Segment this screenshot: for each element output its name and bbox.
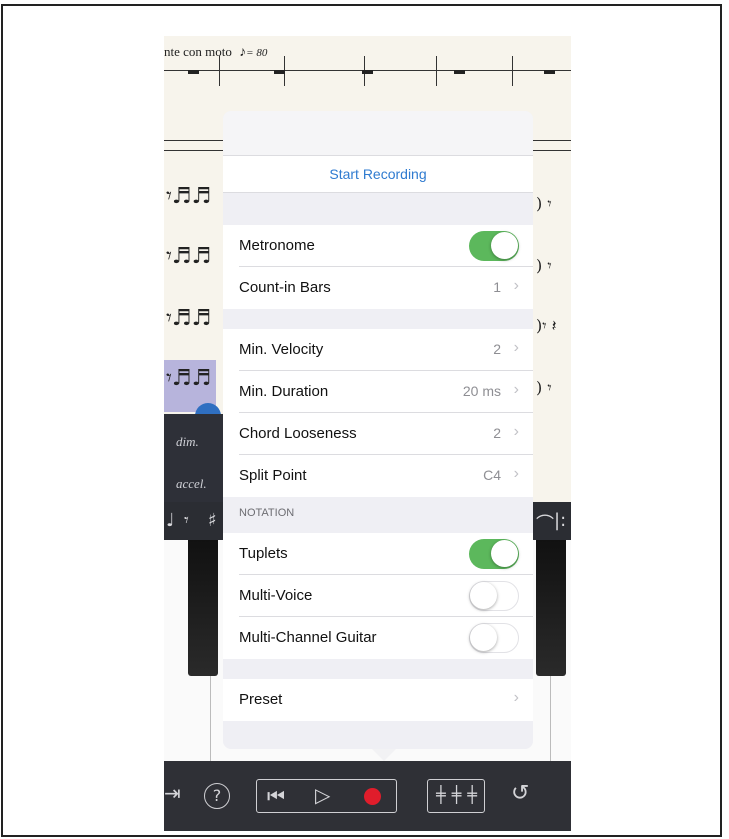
preset-row[interactable]: Preset › [239,679,533,721]
notation-section-header: NOTATION [239,507,295,519]
chevron-right-icon: › [513,465,519,482]
count-in-bars-label: Count-in Bars [239,279,331,296]
min-velocity-label: Min. Velocity [239,341,324,358]
toggle-knob [470,582,497,609]
sixteenth-notes: 𝄾♬♬ [166,366,212,391]
bar-line [219,56,220,86]
dynamics-palette[interactable]: dim. accel. [164,414,224,502]
multi-channel-guitar-toggle[interactable] [469,623,519,653]
min-velocity-row[interactable]: Min. Velocity 2 › [239,329,533,371]
popover-header [223,111,533,155]
recording-settings-popover: Start Recording Metronome Count-in Bars … [223,111,533,749]
tempo-marking: nte con moto ♪= 80 [164,44,267,61]
eighth-rest: )𝄾 𝄽 [536,316,557,335]
chevron-right-icon: › [513,423,519,440]
bar-line [436,56,437,86]
eighth-rest: ) 𝄾 [536,194,552,213]
preset-label: Preset [239,691,283,708]
tuplets-toggle[interactable] [469,539,519,569]
play-icon[interactable]: ▷ [315,783,330,807]
sharp-icon[interactable]: ♯ [208,510,217,531]
tempo-text: nte con moto [164,44,232,59]
metronome-group: Metronome Count-in Bars 1 › [223,225,533,309]
min-duration-row[interactable]: Min. Duration 20 ms › [239,371,533,413]
quarter-note-icon[interactable]: ♩ [166,510,175,531]
multi-channel-guitar-row[interactable]: Multi-Channel Guitar [239,617,533,659]
chevron-right-icon: › [513,381,519,398]
toggle-knob [491,540,518,567]
chevron-right-icon: › [513,277,519,294]
sixteenth-notes: 𝄾♬♬ [166,184,212,209]
bar-line [512,56,513,86]
metronome-row[interactable]: Metronome [239,225,533,267]
min-duration-value: 20 ms [462,383,501,399]
group-separator [223,193,533,225]
chevron-right-icon: › [513,689,519,706]
multi-voice-toggle[interactable] [469,581,519,611]
toggle-knob [491,232,518,259]
chord-looseness-value: 2 [493,425,501,441]
whole-rest [274,70,285,74]
sixteenth-notes: 𝄾♬♬ [166,244,212,269]
dim-marking[interactable]: dim. [176,434,199,450]
mixer-sliders-glyph: ╪╪╪ [436,785,483,804]
group-separator [223,309,533,329]
preset-group: Preset › [223,679,533,721]
repeat-icon[interactable]: |: [554,510,566,531]
multi-voice-label: Multi-Voice [239,587,313,604]
split-point-row[interactable]: Split Point C4 › [239,455,533,497]
split-point-label: Split Point [239,467,307,484]
count-in-bars-row[interactable]: Count-in Bars 1 › [239,267,533,309]
whole-rest [188,70,199,74]
exit-icon[interactable]: ⇥ [164,781,181,805]
tempo-value: = 80 [246,47,268,59]
multi-channel-guitar-label: Multi-Channel Guitar [239,629,377,646]
screenshot-frame: nte con moto ♪= 80 𝄾♬♬ 𝄾♬♬ 𝄾♬♬ 𝄾♬♬ ) 𝄾 )… [1,4,722,837]
question-circle-icon[interactable]: ? [204,783,230,809]
group-separator [223,659,533,679]
sixteenth-notes: 𝄾♬♬ [166,306,212,331]
tuplets-label: Tuplets [239,545,288,562]
mixer-sliders-icon[interactable]: ╪╪╪ [427,779,485,813]
eighth-rest: ) 𝄾 [536,256,552,275]
black-key[interactable] [536,540,566,676]
chord-looseness-row[interactable]: Chord Looseness 2 › [239,413,533,455]
multi-voice-row[interactable]: Multi-Voice [239,575,533,617]
rewind-to-start-icon[interactable]: ⏮ [267,784,285,808]
notation-group: Tuplets Multi-Voice Multi-Channel Guitar [223,533,533,659]
eighth-rest-icon[interactable]: 𝄾 [184,510,189,531]
accel-marking[interactable]: accel. [176,476,207,492]
start-recording-button[interactable]: Start Recording [223,155,533,193]
tie-icon[interactable]: ⌒ [536,510,554,536]
whole-rest [362,70,373,74]
metronome-toggle[interactable] [469,231,519,261]
min-duration-label: Min. Duration [239,383,329,400]
undo-icon[interactable]: ↺ [511,781,529,806]
record-icon[interactable] [364,788,381,805]
eighth-rest: ) 𝄾 [536,378,552,397]
whole-rest [544,70,555,74]
black-key[interactable] [188,540,218,676]
chevron-right-icon: › [513,339,519,356]
popover-arrow [372,749,396,761]
transport-controls: ⏮ ▷ [256,779,397,813]
count-in-bars-value: 1 [493,279,501,295]
metronome-label: Metronome [239,237,315,254]
phone-screen: nte con moto ♪= 80 𝄾♬♬ 𝄾♬♬ 𝄾♬♬ 𝄾♬♬ ) 𝄾 )… [164,36,571,831]
min-velocity-value: 2 [493,341,501,357]
filter-group: Min. Velocity 2 › Min. Duration 20 ms › … [223,329,533,497]
tuplets-row[interactable]: Tuplets [239,533,533,575]
chord-looseness-label: Chord Looseness [239,425,357,442]
whole-rest [454,70,465,74]
toggle-knob [470,624,497,651]
split-point-value: C4 [483,467,501,483]
bottom-toolbar: ⇥ ? ⏮ ▷ ╪╪╪ ↺ [164,761,571,831]
